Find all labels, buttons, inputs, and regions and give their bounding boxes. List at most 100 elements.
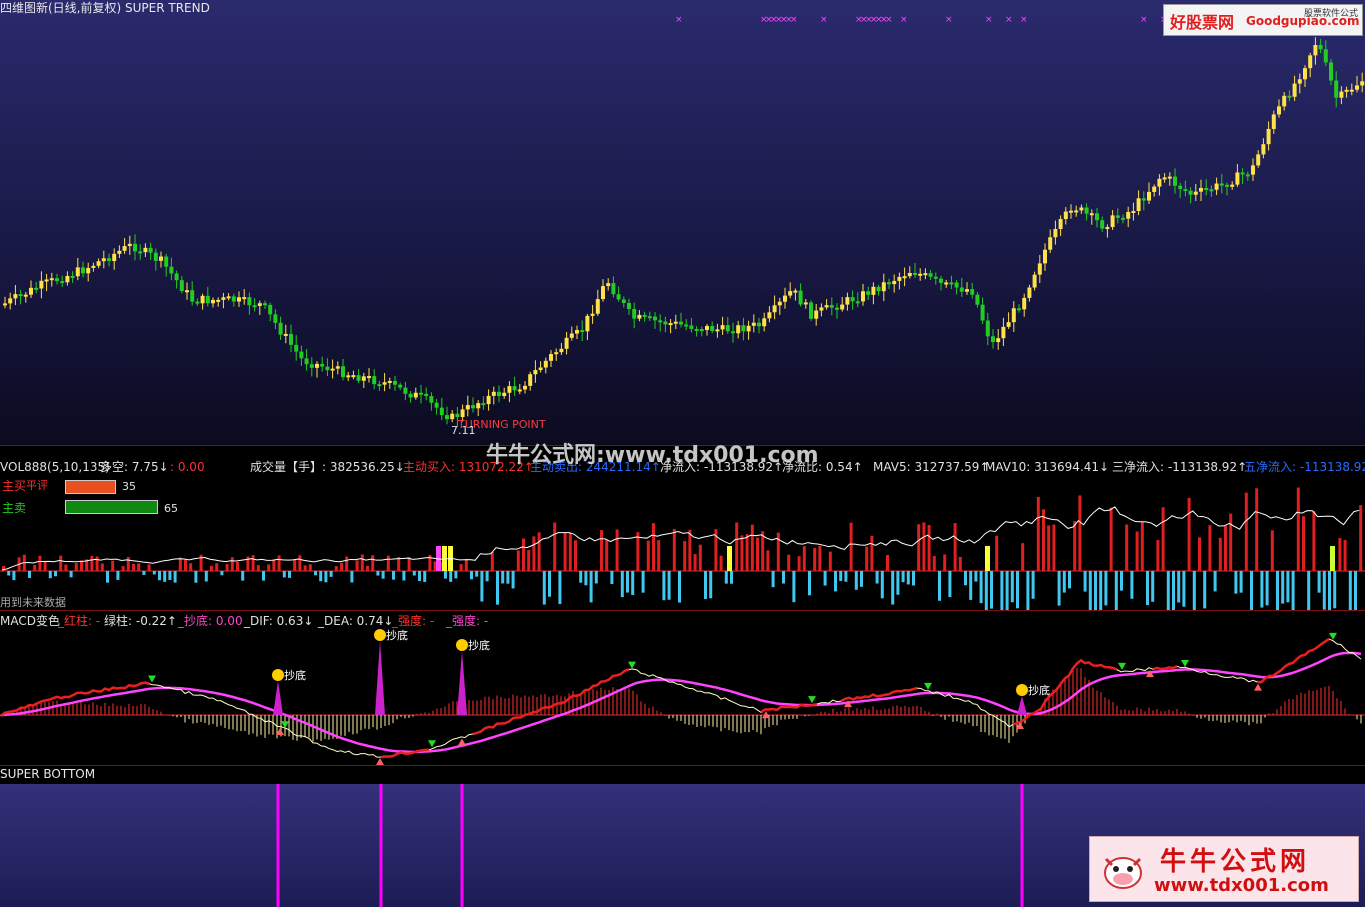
volume-header-item-3: 成交量【手】: 382536.25↓ <box>250 460 405 474</box>
volume-header-item-10: 三净流入: -113138.92↑ <box>1112 460 1248 474</box>
candle-body <box>434 402 439 408</box>
candle-body <box>75 267 80 277</box>
volume-bar-up <box>1338 538 1342 571</box>
brand-logo-top: 好股票网 Goodgupiao.com 股票软件公式 <box>1163 4 1363 36</box>
candle-body <box>309 364 314 368</box>
candle-body <box>523 385 527 390</box>
candle-body <box>533 370 538 375</box>
volume-bar-down <box>1203 571 1207 609</box>
volume-bar-up <box>652 523 655 571</box>
cross-mark: × <box>675 15 683 25</box>
candle-body <box>845 297 850 305</box>
candle-body <box>60 281 65 284</box>
volume-bar-up <box>1042 509 1045 571</box>
main-buy-bar <box>65 480 116 494</box>
candle-body <box>762 318 767 327</box>
candle-body <box>746 325 751 332</box>
volume-bar-up <box>1244 492 1248 571</box>
candle-body <box>263 303 267 306</box>
macd-header-item-5: _DEA: 0.74↓ <box>318 614 394 628</box>
volume-bar-down <box>1281 571 1285 604</box>
sell-arrow-icon <box>428 740 436 748</box>
sell-arrow-icon <box>1118 662 1126 670</box>
volume-bar-up <box>360 554 364 571</box>
volume-bar-down <box>329 571 333 577</box>
volume-bar-down <box>1088 571 1092 611</box>
volume-bar-down <box>979 571 983 604</box>
volume-bar-up <box>683 541 687 571</box>
candle-body <box>1355 85 1359 90</box>
cross-mark: × <box>945 15 953 25</box>
candle-body <box>315 363 319 368</box>
volume-bar-down <box>402 571 406 581</box>
volume-bar-down <box>241 571 245 581</box>
volume-bar-up <box>1187 497 1191 571</box>
bottom-signal-label: 抄底 <box>284 668 306 682</box>
macd-histogram <box>0 667 1362 743</box>
candle-body <box>1079 207 1084 211</box>
price-panel[interactable]: ×××××××××××××××××××××××××S 四维图新(日线,前复权) … <box>0 0 1365 445</box>
candle-body <box>96 261 101 266</box>
volume-bar-up <box>386 555 390 571</box>
volume-bar-up <box>199 554 203 571</box>
candle-body <box>855 301 860 304</box>
volume-bar-up <box>225 564 229 571</box>
volume-bar-down <box>506 571 510 584</box>
volume-bar-down <box>319 571 323 582</box>
candle-body <box>179 280 184 292</box>
candle-body <box>1230 184 1235 187</box>
macd-panel[interactable]: 抄底 抄底 抄底 抄底 MACD变色 _红柱: - 绿柱: -0.22↑ _抄底: 0.00… <box>0 610 1365 766</box>
candle-body <box>1219 183 1224 186</box>
candle-body <box>491 391 496 396</box>
sell-arrow-icon <box>148 675 156 683</box>
volume-bar-up <box>1208 525 1212 571</box>
candle-body <box>460 409 465 417</box>
volume-bar-up <box>126 556 130 571</box>
cross-mark: × <box>1005 15 1013 25</box>
candle-body <box>679 321 683 325</box>
candle-body <box>1266 128 1271 145</box>
volume-bar-up <box>1078 495 1082 571</box>
volume-bar-up <box>1073 521 1077 571</box>
candle-body <box>751 322 756 326</box>
candle-body <box>242 297 247 300</box>
candle-body <box>1178 185 1183 190</box>
candle-body <box>70 275 75 278</box>
candle-body <box>907 272 912 277</box>
candle-body <box>18 294 23 297</box>
candle-body <box>1251 165 1255 175</box>
candle-body <box>185 290 189 293</box>
candle-body <box>1126 211 1131 219</box>
volume-bar-up <box>293 559 297 571</box>
candle-body <box>320 363 325 367</box>
candle-body <box>668 323 673 326</box>
volume-bar-down <box>69 571 73 578</box>
volume-bar-down <box>204 571 208 582</box>
candle-body <box>1084 207 1089 214</box>
volume-panel[interactable]: VOL888(5,10,135) 多空: 7.75↓: 0.00 成交量【手】: 3… <box>0 445 1365 611</box>
volume-bar-up <box>340 562 343 571</box>
volume-bar-up <box>1224 525 1227 571</box>
volume-bar-down <box>173 571 177 583</box>
candle-body <box>1053 229 1058 238</box>
candle-body <box>8 298 13 304</box>
volume-bar-up <box>818 545 822 571</box>
candle-body <box>705 325 709 331</box>
volume-bar-down <box>1322 571 1326 610</box>
volume-bar-up <box>958 556 962 571</box>
candle-body <box>965 289 969 292</box>
bottom-spike <box>375 641 385 715</box>
candle-body <box>1360 81 1365 86</box>
candle-body <box>1105 227 1110 230</box>
macd-chart: 抄底抄底抄底抄底 <box>0 628 1365 765</box>
volume-bar-down <box>1307 571 1311 611</box>
candle-body <box>330 368 335 371</box>
volume-bar-up <box>740 535 744 571</box>
volume-bar-down <box>324 571 328 583</box>
dif-line <box>0 638 1362 758</box>
candle-body <box>299 351 304 359</box>
volume-bar-down <box>1317 571 1321 593</box>
candle-body <box>1245 174 1250 177</box>
volume-bar-down <box>392 571 395 580</box>
candle-body <box>642 314 647 317</box>
